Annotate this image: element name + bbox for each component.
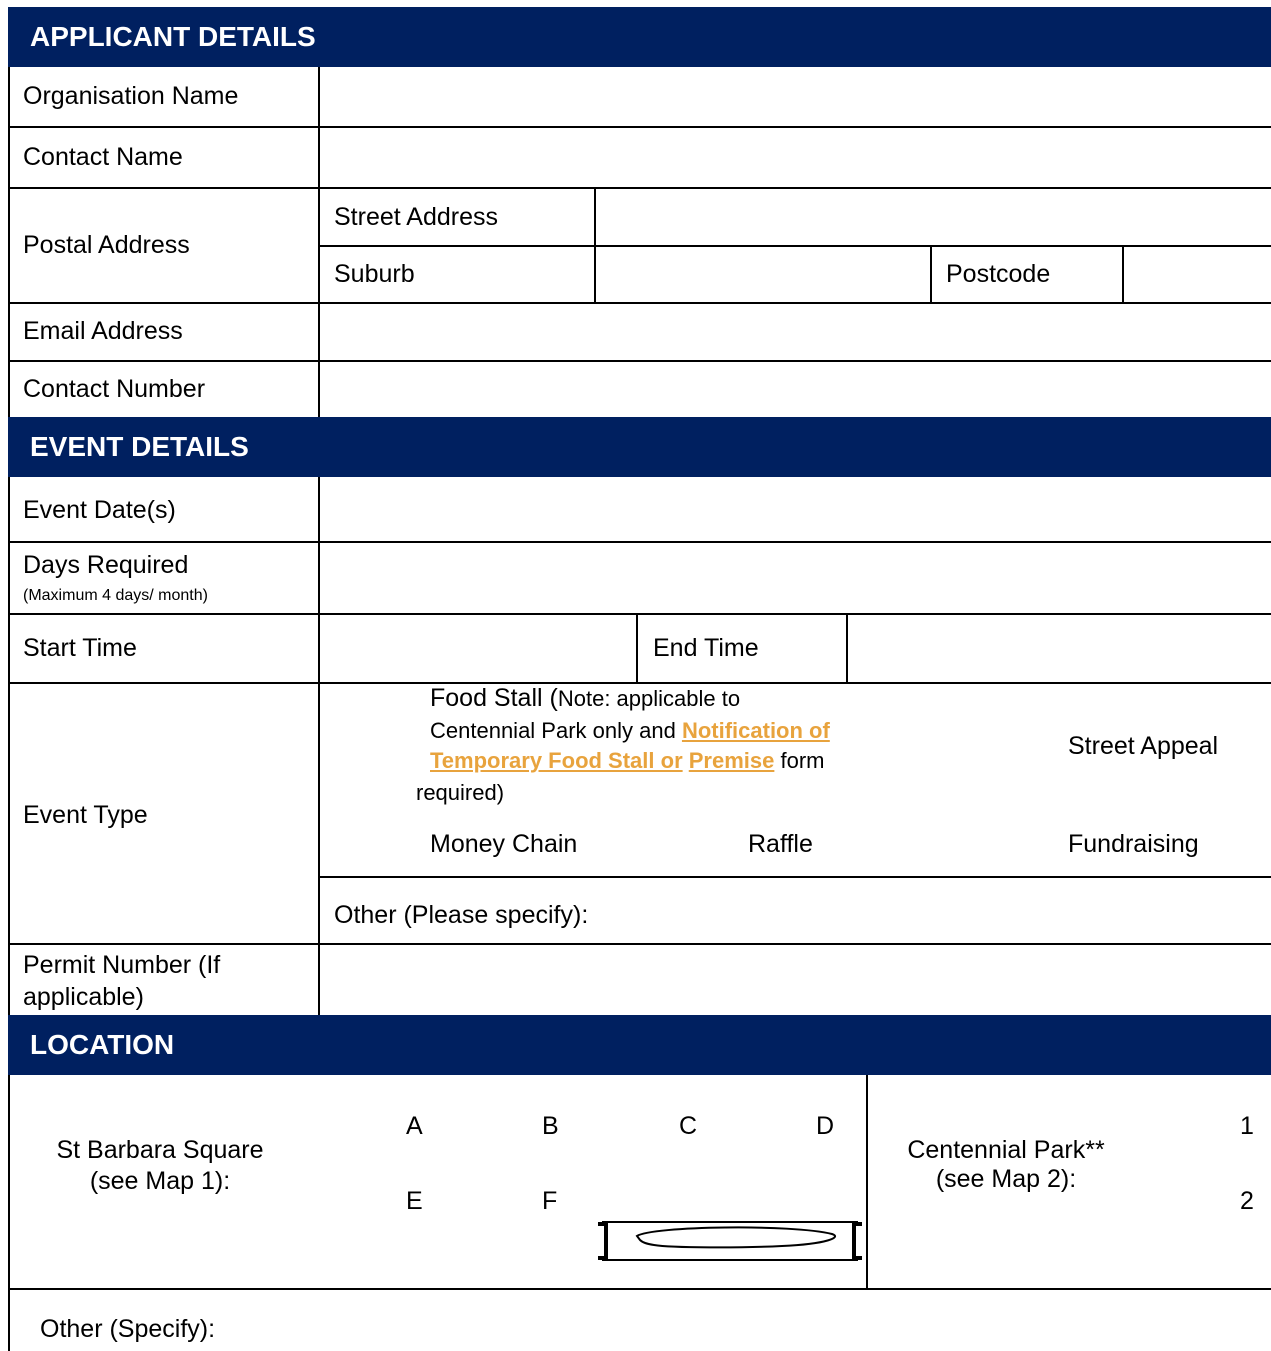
section-header-location: LOCATION [8, 1015, 1271, 1075]
food-stall-note: form [774, 748, 825, 773]
st-barbara-square-note: (see Map 1): [89, 1167, 231, 1195]
other-event-type-field[interactable] [640, 878, 1271, 943]
temporary-food-stall-link[interactable]: Temporary Food Stall or [430, 748, 683, 773]
option-food-stall[interactable]: Food Stall (Note: applicable to Centenni… [416, 684, 950, 809]
option-money-chain[interactable]: Money Chain [430, 830, 577, 859]
contact-number-label: Contact Number [23, 375, 206, 403]
contact-name-label: Contact Name [23, 143, 183, 171]
days-required-label: Days Required [23, 551, 189, 579]
option-centennial-1[interactable]: 1 [1240, 1112, 1254, 1141]
centennial-park-note: (see Map 2): [935, 1165, 1077, 1193]
street-address-field[interactable] [596, 189, 1271, 245]
premise-link[interactable]: Premise [689, 748, 775, 773]
postcode-label: Postcode [946, 260, 1051, 288]
street-address-label: Street Address [334, 203, 498, 231]
start-time-field[interactable] [320, 615, 636, 682]
food-stall-note: Note: applicable to [557, 686, 741, 711]
email-address-field[interactable] [320, 304, 1271, 360]
other-location-field[interactable] [260, 1290, 1271, 1351]
postcode-field[interactable] [1124, 247, 1271, 302]
section-title: APPLICANT DETAILS [30, 21, 316, 52]
end-time-field[interactable] [848, 615, 1271, 682]
option-location-c[interactable]: C [679, 1112, 697, 1141]
option-location-a[interactable]: A [406, 1112, 423, 1141]
contact-name-field[interactable] [320, 128, 1271, 187]
food-stall-note: Centennial Park only and [430, 718, 682, 743]
notification-link[interactable]: Notification of [682, 718, 830, 743]
food-stall-note: required) [416, 780, 505, 805]
option-location-b[interactable]: B [542, 1112, 559, 1141]
option-location-d[interactable]: D [816, 1112, 834, 1141]
permit-number-label-2: applicable) [23, 983, 144, 1011]
section-title: EVENT DETAILS [30, 431, 249, 462]
organisation-name-label: Organisation Name [23, 82, 239, 110]
option-raffle[interactable]: Raffle [748, 830, 813, 859]
suburb-label: Suburb [334, 260, 415, 288]
days-required-field[interactable] [320, 543, 1271, 613]
other-event-type-label: Other (Please specify): [334, 901, 589, 929]
days-required-note: (Maximum 4 days/ month) [23, 587, 208, 604]
permit-number-label: Permit Number (If [23, 951, 221, 979]
event-type-label: Event Type [23, 801, 148, 829]
section-header-event: EVENT DETAILS [8, 417, 1271, 477]
centennial-park-label: Centennial Park** [907, 1136, 1105, 1164]
organisation-name-field[interactable] [320, 67, 1271, 126]
start-time-label: Start Time [23, 634, 137, 662]
option-location-e[interactable]: E [406, 1187, 423, 1216]
end-time-label: End Time [653, 634, 759, 662]
event-dates-label: Event Date(s) [23, 496, 176, 524]
option-location-f[interactable]: F [542, 1187, 557, 1216]
st-barbara-square-label: St Barbara Square [56, 1136, 264, 1164]
food-stall-title: Food Stall ( [430, 684, 558, 712]
section-header-applicant: APPLICANT DETAILS [8, 7, 1271, 67]
other-location-label: Other (Specify): [40, 1315, 216, 1343]
email-address-label: Email Address [23, 317, 183, 345]
contact-number-field[interactable] [320, 362, 1271, 417]
postal-address-label: Postal Address [23, 231, 190, 259]
option-street-appeal[interactable]: Street Appeal [1068, 732, 1218, 761]
option-fundraising[interactable]: Fundraising [1068, 830, 1199, 859]
event-dates-field[interactable] [320, 477, 1271, 541]
callout-shape-icon [598, 1221, 862, 1261]
option-centennial-2[interactable]: 2 [1240, 1187, 1254, 1216]
suburb-field[interactable] [596, 247, 930, 302]
section-title: LOCATION [30, 1029, 175, 1060]
permit-number-field[interactable] [320, 945, 1271, 1015]
